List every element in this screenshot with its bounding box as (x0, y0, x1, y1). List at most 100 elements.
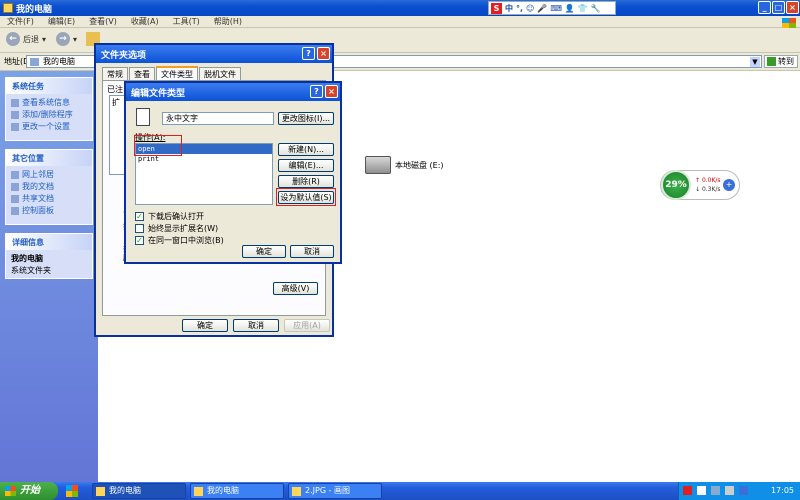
close-button[interactable]: × (317, 47, 330, 60)
checkmark-icon: ✓ (135, 236, 144, 245)
network-icon (11, 171, 19, 179)
close-button[interactable]: × (325, 85, 338, 98)
edit-button[interactable]: 编辑(E)... (278, 159, 334, 172)
remove-button[interactable]: 删除(R) (278, 175, 334, 188)
control-panel-link[interactable]: 控制面板 (11, 205, 87, 217)
system-tasks-title[interactable]: 系统任务 (6, 78, 92, 94)
advanced-button[interactable]: 高级(V) (273, 282, 318, 295)
highlight-annotation (134, 135, 182, 156)
ok-button[interactable]: 确定 (182, 319, 228, 332)
ime-emoji-icon[interactable]: ☺ (526, 4, 534, 13)
go-button[interactable]: 转到 (764, 55, 798, 68)
ime-keyboard-icon[interactable]: ⌨ (550, 4, 562, 13)
file-type-document-icon (136, 108, 150, 126)
edit-file-type-titlebar[interactable]: 编辑文件类型 ? × (126, 83, 340, 101)
volume-tray-icon[interactable] (725, 486, 734, 495)
windows-logo-icon (5, 486, 16, 496)
back-arrow-icon: ← (6, 32, 20, 46)
help-button[interactable]: ? (302, 47, 315, 60)
start-button[interactable]: 开始 (0, 482, 58, 500)
upload-speed: ↑ 0.0K/s (695, 177, 721, 184)
window-titlebar[interactable]: 我的电脑 S 中 °, ☺ 🎤 ⌨ 👤 👕 🔧 _ □ × (0, 0, 800, 16)
taskbar-item-paint[interactable]: 2.JPG - 画图 (288, 483, 382, 499)
ime-toolbar[interactable]: S 中 °, ☺ 🎤 ⌨ 👤 👕 🔧 (488, 1, 616, 15)
highlight-annotation (276, 188, 336, 206)
folder-icon (11, 195, 19, 203)
add-remove-programs-link[interactable]: 添加/删除程序 (11, 109, 87, 121)
confirm-open-checkbox[interactable]: ✓ 下载后确认打开 (135, 211, 204, 222)
my-computer-icon (194, 487, 203, 496)
ime-tray-icon[interactable] (697, 486, 706, 495)
ime-user-icon[interactable]: 👤 (565, 4, 575, 13)
network-tray-icon[interactable] (711, 486, 720, 495)
network-monitor-widget[interactable]: 29% ↑ 0.0K/s ↓ 0.3K/s + (660, 170, 740, 200)
new-button[interactable]: 新建(N)... (278, 143, 334, 156)
minimize-button[interactable]: _ (758, 1, 771, 14)
drive-e-item[interactable]: 本地磁盘 (E:) (365, 156, 444, 174)
menu-favorites[interactable]: 收藏(A) (124, 16, 166, 27)
security-tray-icon[interactable] (739, 486, 748, 495)
go-label: 转到 (778, 57, 794, 66)
windows-logo-icon (782, 18, 796, 28)
menu-tools[interactable]: 工具(T) (166, 16, 207, 27)
taskbar-item-my-computer[interactable]: 我的电脑 (92, 483, 186, 499)
control-panel-icon (11, 207, 19, 215)
other-places-panel: 其它位置 网上邻居 我的文档 共享文档 控制面板 (5, 149, 93, 225)
clock[interactable]: 17:05 (771, 486, 794, 495)
details-panel: 详细信息 我的电脑 系统文件夹 (5, 233, 93, 279)
ime-tools-icon[interactable]: 🔧 (591, 4, 601, 13)
ime-skin-icon[interactable]: 👕 (578, 4, 588, 13)
change-setting-link[interactable]: 更改一个设置 (11, 121, 87, 133)
chevron-down-icon[interactable]: ▼ (750, 57, 760, 67)
cancel-button[interactable]: 取消 (233, 319, 279, 332)
forward-button[interactable]: → ▾ (56, 32, 77, 46)
menu-help[interactable]: 帮助(H) (207, 16, 249, 27)
task-pane: 系统任务 查看系统信息 添加/删除程序 更改一个设置 其它位置 网上邻居 我的文… (0, 71, 98, 482)
edit-file-type-title: 编辑文件类型 (131, 89, 186, 99)
address-value: 我的电脑 (43, 57, 75, 66)
sogou-tray-icon[interactable] (683, 486, 692, 495)
ime-chinese-mode[interactable]: 中 (505, 3, 513, 14)
other-places-title[interactable]: 其它位置 (6, 150, 92, 166)
chevron-down-icon[interactable]: ▾ (42, 35, 46, 44)
view-system-info-link[interactable]: 查看系统信息 (11, 97, 87, 109)
computer-icon (30, 58, 39, 66)
extension-column-header[interactable]: 扩 (112, 97, 120, 108)
apply-button[interactable]: 应用(A) (284, 319, 330, 332)
type-name-field[interactable]: 永中文字 (162, 112, 274, 125)
help-button[interactable]: ? (310, 85, 323, 98)
always-show-extension-checkbox[interactable]: 始终显示扩展名(W) (135, 223, 218, 234)
forward-arrow-icon: → (56, 32, 70, 46)
sogou-logo-icon[interactable]: S (491, 2, 502, 14)
ime-voice-icon[interactable]: 🎤 (537, 4, 547, 13)
folder-options-titlebar[interactable]: 文件夹选项 ? × (96, 45, 332, 63)
maximize-button[interactable]: □ (772, 1, 785, 14)
ime-punctuation[interactable]: °, (516, 4, 523, 13)
menu-view[interactable]: 查看(V) (82, 16, 124, 27)
back-button[interactable]: ← 后退 ▾ (6, 32, 46, 46)
tab-file-types[interactable]: 文件类型 (156, 66, 198, 81)
close-button[interactable]: × (786, 1, 799, 14)
details-title[interactable]: 详细信息 (6, 234, 92, 250)
menu-edit[interactable]: 编辑(E) (41, 16, 82, 27)
speedup-icon[interactable]: + (723, 179, 735, 191)
browse-same-window-checkbox[interactable]: ✓ 在同一窗口中浏览(B) (135, 235, 224, 246)
shared-documents-link[interactable]: 共享文档 (11, 193, 87, 205)
paint-icon (292, 487, 301, 496)
details-name: 我的电脑 (11, 254, 43, 263)
quick-launch-windows-icon[interactable] (66, 485, 78, 497)
cancel-button[interactable]: 取消 (290, 245, 334, 258)
taskbar-item-my-computer-2[interactable]: 我的电脑 (190, 483, 284, 499)
chevron-down-icon[interactable]: ▾ (73, 35, 77, 44)
ok-button[interactable]: 确定 (242, 245, 286, 258)
network-places-link[interactable]: 网上邻居 (11, 169, 87, 181)
change-icon-button[interactable]: 更改图标(I)... (278, 112, 334, 125)
checkmark-icon: ✓ (135, 212, 144, 221)
go-arrow-icon (767, 57, 776, 66)
programs-icon (11, 111, 19, 119)
registered-types-label: 已注 (107, 85, 123, 94)
drive-label: 本地磁盘 (E:) (395, 160, 444, 170)
menu-file[interactable]: 文件(F) (0, 16, 41, 27)
net-usage-percent: 29% (661, 170, 691, 200)
my-documents-link[interactable]: 我的文档 (11, 181, 87, 193)
